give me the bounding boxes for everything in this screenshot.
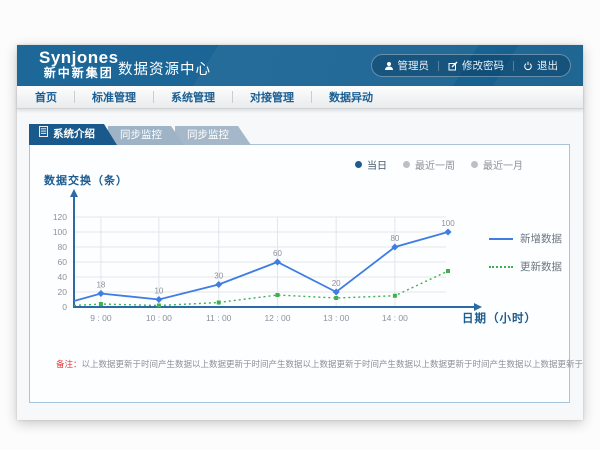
current-user-button[interactable]: 管理员	[384, 58, 430, 73]
tab-sync-monitor-1[interactable]: 同步监控	[108, 126, 184, 145]
svg-text:13 : 00: 13 : 00	[323, 313, 349, 323]
period-label: 当日	[367, 157, 387, 172]
tab-system-intro[interactable]: 系统介绍	[29, 124, 117, 145]
nav-item-system[interactable]: 系统管理	[171, 89, 215, 105]
tab-label: 同步监控	[187, 129, 229, 141]
svg-text:30: 30	[214, 272, 223, 281]
legend-entry-update-data: 更新数据	[489, 259, 562, 274]
logo-text-cn: 新中新集团	[39, 67, 119, 80]
power-icon	[523, 61, 533, 71]
pill-divider	[438, 61, 439, 71]
chart-legend: 新增数据 更新数据	[489, 231, 562, 274]
period-option-last-week[interactable]: 最近一周	[403, 157, 455, 172]
radio-icon	[355, 161, 362, 168]
app-header: Synjones 新中新集团 数据资源中心 管理员 修改密码	[17, 45, 583, 86]
svg-text:80: 80	[58, 242, 68, 252]
chart-panel: 当日 最近一周 最近一月 数据交换（条） 0204060801001209 : …	[29, 144, 570, 403]
document-icon	[39, 124, 48, 145]
tab-label: 系统介绍	[53, 124, 95, 145]
radio-icon	[471, 161, 478, 168]
legend-entry-new-data: 新增数据	[489, 231, 562, 246]
svg-text:20: 20	[332, 279, 341, 288]
svg-text:11 : 00: 11 : 00	[206, 313, 232, 323]
exchange-chart: 0 20 40 60 80 100 120 9 : 00 10 : 00 11 : 00 12 : …	[48, 183, 488, 338]
logout-label: 退出	[537, 58, 558, 73]
svg-text:80: 80	[390, 234, 399, 243]
radio-icon	[403, 161, 410, 168]
nav-divider	[232, 91, 233, 103]
logo-text-en: Synjones	[39, 49, 119, 67]
x-axis-title: 日期（小时）	[462, 310, 537, 326]
svg-text:18: 18	[96, 281, 105, 290]
nav-divider	[311, 91, 312, 103]
content-area: 系统介绍 同步监控 同步监控 当日 最近一周	[17, 109, 583, 420]
svg-text:20: 20	[58, 287, 68, 297]
svg-text:60: 60	[273, 249, 282, 258]
change-password-label: 修改密码	[462, 58, 504, 73]
user-menu: 管理员 修改密码 退出	[371, 54, 572, 77]
user-icon	[384, 61, 394, 71]
nav-item-home[interactable]: 首页	[35, 89, 57, 105]
nav-item-data-changes[interactable]: 数据异动	[329, 89, 373, 105]
legend-swatch-1	[489, 266, 513, 268]
period-label: 最近一月	[483, 157, 523, 172]
svg-text:100: 100	[441, 219, 455, 228]
period-label: 最近一周	[415, 157, 455, 172]
period-option-last-month[interactable]: 最近一月	[471, 157, 523, 172]
user-name: 管理员	[398, 58, 430, 73]
edit-icon	[448, 61, 458, 71]
svg-text:0: 0	[62, 302, 67, 312]
logout-button[interactable]: 退出	[523, 58, 558, 73]
legend-label: 新增数据	[520, 231, 562, 246]
footnote-text: 以上数据更新于时间产生数据以上数据更新于时间产生数据以上数据更新于时间产生数据以…	[82, 359, 584, 369]
svg-text:40: 40	[58, 272, 68, 282]
tab-bar: 系统介绍 同步监控 同步监控	[29, 124, 242, 145]
footnote-label: 备注：	[56, 359, 82, 369]
nav-item-integration[interactable]: 对接管理	[250, 89, 294, 105]
nav-divider	[153, 91, 154, 103]
change-password-button[interactable]: 修改密码	[448, 58, 504, 73]
svg-text:10 : 00: 10 : 00	[146, 313, 172, 323]
period-option-today[interactable]: 当日	[355, 157, 387, 172]
svg-text:12 : 00: 12 : 00	[264, 313, 290, 323]
pill-divider	[513, 61, 514, 71]
svg-text:120: 120	[53, 212, 67, 222]
main-nav: 首页 标准管理 系统管理 对接管理 数据异动	[17, 86, 583, 109]
svg-text:60: 60	[58, 257, 68, 267]
page-title: 数据资源中心	[118, 58, 211, 79]
nav-divider	[74, 91, 75, 103]
svg-text:14 : 00: 14 : 00	[382, 313, 408, 323]
app-window: Synjones 新中新集团 数据资源中心 管理员 修改密码	[17, 45, 583, 420]
legend-label: 更新数据	[520, 259, 562, 274]
svg-text:9 : 00: 9 : 00	[90, 313, 112, 323]
period-selector: 当日 最近一周 最近一月	[355, 157, 523, 172]
svg-text:100: 100	[53, 227, 67, 237]
tab-label: 同步监控	[120, 129, 162, 141]
nav-item-standards[interactable]: 标准管理	[92, 89, 136, 105]
legend-swatch-0	[489, 238, 513, 240]
footnote: 备注：以上数据更新于时间产生数据以上数据更新于时间产生数据以上数据更新于时间产生…	[56, 358, 583, 370]
tab-sync-monitor-2[interactable]: 同步监控	[175, 126, 251, 145]
svg-text:10: 10	[154, 287, 163, 296]
company-logo: Synjones 新中新集团	[39, 49, 119, 79]
